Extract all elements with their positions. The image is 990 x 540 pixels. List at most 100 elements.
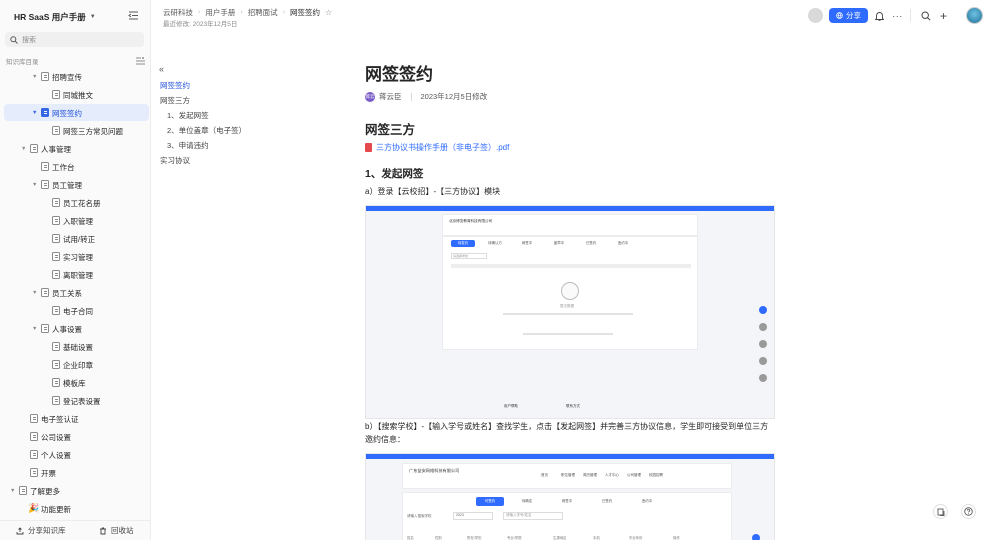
author-name[interactable]: 蒋云臣 xyxy=(379,91,402,102)
tree-item-label: 人事设置 xyxy=(52,325,82,334)
tree-item-label: 同城推文 xyxy=(63,91,93,100)
chevron-down-icon[interactable]: ▼ xyxy=(21,146,26,152)
outline-item[interactable]: 实习协议 xyxy=(160,155,190,166)
collaborator-avatar[interactable] xyxy=(808,8,823,23)
tree-item-label: 人事管理 xyxy=(41,145,71,154)
document-icon xyxy=(52,360,60,369)
step-heading: 1、发起网签 xyxy=(365,168,424,180)
shot-tab: 可签约 xyxy=(476,497,504,506)
tree-item[interactable]: 试用/转正 xyxy=(4,230,149,247)
tree-item[interactable]: 电子签认证 xyxy=(4,410,149,427)
tree-item-label: 功能更新 xyxy=(41,505,71,514)
page-tools-icon[interactable] xyxy=(933,504,948,519)
hint-line xyxy=(503,313,633,315)
tree-item[interactable]: 同城推文 xyxy=(4,86,149,103)
bell-icon[interactable] xyxy=(874,10,885,21)
plus-icon[interactable]: + xyxy=(938,9,949,23)
search-input[interactable]: 搜索 xyxy=(5,32,144,47)
chevron-down-icon[interactable]: ▼ xyxy=(32,74,37,80)
pdf-attachment-link[interactable]: 三方协议书操作手册（非电子签）.pdf xyxy=(365,142,509,153)
tree-item-label: 公司设置 xyxy=(41,433,71,442)
search-icon[interactable] xyxy=(920,10,931,21)
tree-item[interactable]: 网签三方常见问题 xyxy=(4,122,149,139)
breadcrumb-item[interactable]: 云研科技 xyxy=(163,7,193,18)
chevron-down-icon[interactable]: ▼ xyxy=(32,290,37,296)
tree-item[interactable]: 模板库 xyxy=(4,374,149,391)
breadcrumb-item[interactable]: 招聘面试 xyxy=(248,7,278,18)
tree-item[interactable]: 离职管理 xyxy=(4,266,149,283)
toc-header: 知识库目录 xyxy=(6,56,145,66)
star-icon[interactable]: ☆ xyxy=(325,8,332,17)
user-avatar[interactable] xyxy=(966,7,983,24)
trash-button[interactable]: 回收站 xyxy=(99,525,134,536)
shot-tab: 网签中 xyxy=(561,499,573,503)
tree-item[interactable]: 实习管理 xyxy=(4,248,149,265)
tree-item-label: 员工关系 xyxy=(52,289,82,298)
tree-item[interactable]: ▼ 员工管理 xyxy=(4,176,149,193)
breadcrumb: 云研科技 › 用户手册 › 招聘面试 › 网签签约 ☆ xyxy=(163,7,332,18)
outline-item[interactable]: 2、单位盖章（电子签） xyxy=(167,125,246,136)
tree-item[interactable]: ▼ 人事管理 xyxy=(4,140,149,157)
tree-item[interactable]: 公司设置 xyxy=(4,428,149,445)
tree-item[interactable]: 基础设置 xyxy=(4,338,149,355)
document-icon xyxy=(41,288,49,297)
help-icon[interactable] xyxy=(961,504,976,519)
space-switcher[interactable]: HR SaaS 用户手册 ▼ xyxy=(14,11,96,23)
breadcrumb-item[interactable]: 用户手册 xyxy=(205,7,235,18)
shot-tab: 网签中 xyxy=(521,241,533,245)
tree-item[interactable]: ▼ 了解更多 xyxy=(4,482,149,499)
outline-item[interactable]: 网签签约 xyxy=(160,80,190,91)
chevron-down-icon[interactable]: ▼ xyxy=(32,326,37,332)
tree-item[interactable]: 登记表设置 xyxy=(4,392,149,409)
chevron-down-icon[interactable]: ▼ xyxy=(10,488,15,494)
company-name: 北京博览教育科技有限公司 xyxy=(449,219,493,223)
tree-item-label: 电子合同 xyxy=(63,307,93,316)
more-icon[interactable]: ··· xyxy=(892,10,903,21)
outline-item[interactable]: 3、申请违约 xyxy=(167,140,209,151)
chevron-down-icon[interactable]: ▼ xyxy=(32,182,37,188)
tree-item-label: 试用/转正 xyxy=(63,235,96,244)
tree-item[interactable]: 企业印章 xyxy=(4,356,149,373)
divider xyxy=(910,9,911,22)
shot-tab: 待确定 xyxy=(521,499,533,503)
float-dot xyxy=(752,534,760,540)
outline-item[interactable]: 网签三方 xyxy=(160,95,190,106)
shot-tab: 违约中 xyxy=(641,499,653,503)
tree-item-active[interactable]: ▼ 网签签约 xyxy=(4,104,149,121)
document-icon xyxy=(30,450,38,459)
collapse-sidebar-icon[interactable] xyxy=(128,10,139,21)
tree-item[interactable]: 电子合同 xyxy=(4,302,149,319)
shot-nav-item: 公司管理 xyxy=(627,473,641,477)
tree-item-label: 工作台 xyxy=(52,163,75,172)
tree-item[interactable]: 开票 xyxy=(4,464,149,481)
last-modified: 最近修改: 2023年12月5日 xyxy=(163,21,238,28)
tree-item[interactable]: 工作台 xyxy=(4,158,149,175)
document-icon xyxy=(52,378,60,387)
outline-item[interactable]: 1、发起网签 xyxy=(167,110,209,121)
document-icon xyxy=(52,90,60,99)
shot-column: 所在/学历 xyxy=(467,536,482,540)
tree-item-label: 招聘宣传 xyxy=(52,73,82,82)
double-chevron-left-icon[interactable]: « xyxy=(159,64,164,74)
tree-item-label: 入职管理 xyxy=(63,217,93,226)
shot-column: 手机 xyxy=(593,536,600,540)
toc-title: 知识库目录 xyxy=(6,59,39,66)
toc-options-icon[interactable] xyxy=(136,57,145,65)
document-icon xyxy=(41,108,49,117)
tree-item[interactable]: ▼ 招聘宣传 xyxy=(4,68,149,85)
share-button[interactable]: 分享 xyxy=(829,8,868,23)
tree-item[interactable]: ▼ 员工关系 xyxy=(4,284,149,301)
author-avatar[interactable]: 蒋云 xyxy=(365,91,375,102)
tree-item[interactable]: 入职管理 xyxy=(4,212,149,229)
divider xyxy=(410,92,412,101)
shot-nav-item: 首页 xyxy=(541,473,548,477)
document-icon xyxy=(30,144,38,153)
tree-item[interactable]: 员工花名册 xyxy=(4,194,149,211)
tree-item[interactable]: 🎉 功能更新 xyxy=(4,500,149,517)
document-icon xyxy=(41,324,49,333)
share-space-button[interactable]: 分享知识库 xyxy=(16,525,66,536)
tree-item[interactable]: ▼ 人事设置 xyxy=(4,320,149,337)
chevron-down-icon[interactable]: ▼ xyxy=(32,110,37,116)
tree-item[interactable]: 个人设置 xyxy=(4,446,149,463)
shot-nav-item: 人才中心 xyxy=(605,473,619,477)
